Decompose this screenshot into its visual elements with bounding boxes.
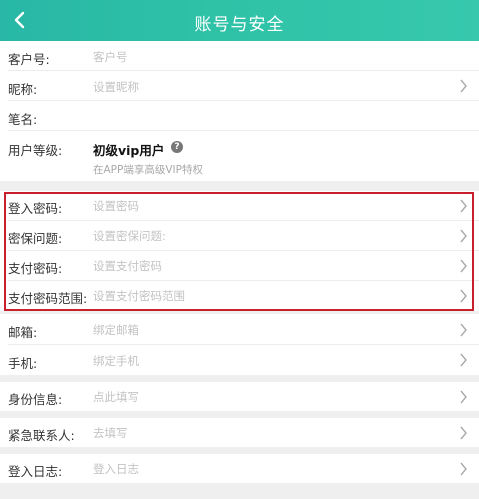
security-question-value: 设置密保问题: [93,229,166,243]
help-icon[interactable]: ? [171,141,183,153]
security-question-row[interactable]: 密保问题: 设置密保问题: [0,221,479,251]
payment-password-label: 支付密码: [8,261,63,276]
user-level-row: 用户等级: 初级vip用户 ? 在APP端享高级VIP特权 [0,131,479,181]
payment-password-range-row[interactable]: 支付密码范围: 设置支付密码范围 [0,281,479,311]
chevron-right-icon [460,259,467,273]
chevron-right-icon [460,462,467,476]
customer-number-label: 客户号: [8,52,50,67]
pen-name-row: 笔名: [0,101,479,131]
page-title: 账号与安全 [194,15,285,35]
emergency-contact-value: 去填写 [93,426,128,440]
identity-info-label: 身份信息: [8,392,63,407]
user-level-label: 用户等级: [8,143,63,158]
phone-row[interactable]: 手机: 绑定手机 [0,345,479,375]
chevron-right-icon [460,289,467,303]
vip-privilege-note: 在APP端享高级VIP特权 [93,164,203,176]
email-label: 邮箱: [8,325,38,340]
identity-info-value: 点此填写 [93,390,139,404]
login-password-row[interactable]: 登入密码: 设置密码 [0,191,479,221]
chevron-right-icon [460,229,467,243]
vip-level-name: 初级vip用户 [93,143,165,158]
payment-password-row[interactable]: 支付密码: 设置支付密码 [0,251,479,281]
identity-info-row[interactable]: 身份信息: 点此填写 [0,382,479,411]
chevron-right-icon [460,79,467,93]
top-bar: 账号与安全 [0,0,479,41]
chevron-right-icon [460,390,467,404]
payment-password-range-value: 设置支付密码范围 [93,289,185,303]
emergency-contact-row[interactable]: 紧急联系人: 去填写 [0,418,479,447]
payment-password-range-label: 支付密码范围: [8,291,88,306]
customer-number-row: 客户号: 客户号 [0,41,479,71]
pen-name-label: 笔名: [8,112,38,127]
nickname-value: 设置昵称 [93,80,139,94]
login-password-label: 登入密码: [8,201,63,216]
chevron-right-icon [460,353,467,367]
email-value: 绑定邮箱 [93,323,139,337]
phone-label: 手机: [8,356,38,371]
login-password-value: 设置密码 [93,199,139,213]
security-question-label: 密保问题: [8,231,63,246]
emergency-contact-label: 紧急联系人: [8,428,75,443]
chevron-right-icon [460,426,467,440]
customer-number-value: 客户号 [93,50,128,64]
nickname-row[interactable]: 昵称: 设置昵称 [0,71,479,101]
nickname-label: 昵称: [8,82,38,97]
email-row[interactable]: 邮箱: 绑定邮箱 [0,314,479,345]
chevron-right-icon [460,323,467,337]
phone-value: 绑定手机 [93,354,139,368]
payment-password-value: 设置支付密码 [93,259,162,273]
login-log-label: 登入日志: [8,464,63,479]
login-log-row[interactable]: 登入日志: 登入日志 [0,454,479,483]
login-log-value: 登入日志 [93,462,139,476]
chevron-right-icon [460,199,467,213]
